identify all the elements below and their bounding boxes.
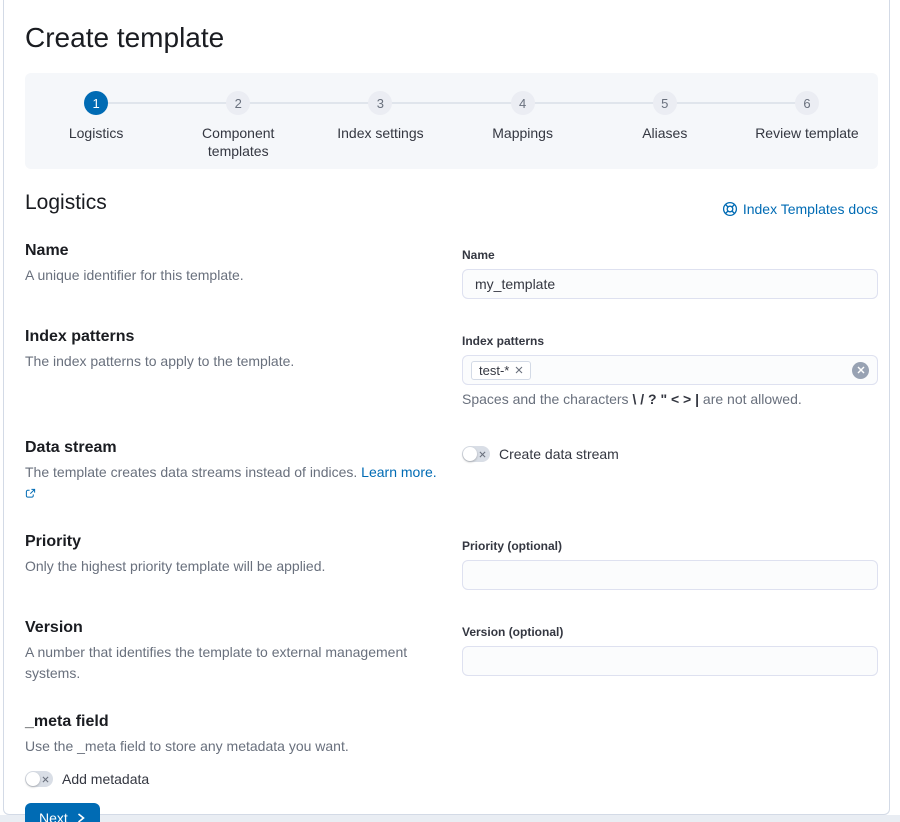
- form-row-priority: Priority Only the highest priority templ…: [25, 530, 878, 590]
- index-templates-docs-link[interactable]: Index Templates docs: [722, 201, 878, 217]
- step-index-settings[interactable]: 3 Index settings: [309, 91, 451, 160]
- toggle-off-icon: [42, 776, 49, 783]
- add-metadata-label[interactable]: Add metadata: [62, 771, 149, 787]
- data-stream-section-description: The template creates data streams instea…: [25, 462, 438, 504]
- create-template-card: Create template 1 Logistics 2 Component …: [3, 0, 890, 815]
- next-button-label: Next: [39, 810, 68, 822]
- clear-patterns-button[interactable]: [852, 362, 869, 379]
- toggle-knob: [26, 772, 40, 786]
- step-3-label: Index settings: [337, 124, 423, 142]
- step-4-circle: 4: [511, 91, 535, 115]
- version-input[interactable]: [462, 646, 878, 676]
- toggle-knob: [463, 447, 477, 461]
- step-6-circle: 6: [795, 91, 819, 115]
- index-patterns-section-description: The index patterns to apply to the templ…: [25, 351, 438, 372]
- index-patterns-section-title: Index patterns: [25, 325, 438, 349]
- next-button[interactable]: Next: [25, 803, 100, 822]
- forbidden-characters: \ / ? " < > |: [632, 391, 699, 407]
- toggle-off-icon: [479, 451, 486, 458]
- create-data-stream-toggle[interactable]: [462, 446, 490, 462]
- step-2-circle: 2: [226, 91, 250, 115]
- index-patterns-field-label: Index patterns: [462, 333, 878, 349]
- wizard-stepper: 1 Logistics 2 Component templates 3 Inde…: [25, 73, 878, 169]
- step-component-templates[interactable]: 2 Component templates: [167, 91, 309, 160]
- page-title: Create template: [25, 20, 878, 56]
- index-patterns-hint: Spaces and the characters \ / ? " < > | …: [462, 389, 878, 410]
- meta-section-title: _meta field: [25, 710, 878, 734]
- step-aliases[interactable]: 5 Aliases: [594, 91, 736, 160]
- step-review-template[interactable]: 6 Review template: [736, 91, 878, 160]
- form-row-meta: _meta field Use the _meta field to store…: [25, 710, 878, 787]
- step-2-label: Component templates: [178, 124, 298, 160]
- name-section-title: Name: [25, 239, 438, 263]
- index-pattern-pill-label: test-*: [479, 363, 509, 378]
- form-row-data-stream: Data stream The template creates data st…: [25, 436, 878, 504]
- clear-icon: [857, 366, 865, 374]
- step-1-circle: 1: [84, 91, 108, 115]
- docs-help-icon: [722, 201, 738, 217]
- version-section-title: Version: [25, 616, 438, 640]
- step-5-label: Aliases: [642, 124, 687, 142]
- name-field-label: Name: [462, 247, 878, 263]
- name-section-description: A unique identifier for this template.: [25, 265, 438, 286]
- priority-input[interactable]: [462, 560, 878, 590]
- section-header: Logistics Index Templates docs: [25, 189, 878, 217]
- step-mappings[interactable]: 4 Mappings: [452, 91, 594, 160]
- chevron-right-icon: [76, 812, 86, 822]
- remove-pattern-icon[interactable]: [515, 366, 523, 374]
- form-row-index-patterns: Index patterns The index patterns to app…: [25, 325, 878, 410]
- step-1-label: Logistics: [69, 124, 123, 142]
- add-metadata-toggle[interactable]: [25, 771, 53, 787]
- version-section-description: A number that identifies the template to…: [25, 642, 438, 684]
- step-5-circle: 5: [653, 91, 677, 115]
- meta-section-description: Use the _meta field to store any metadat…: [25, 736, 878, 757]
- data-stream-section-title: Data stream: [25, 436, 438, 460]
- step-6-label: Review template: [755, 124, 859, 142]
- create-data-stream-label[interactable]: Create data stream: [499, 446, 619, 462]
- form-row-name: Name A unique identifier for this templa…: [25, 239, 878, 299]
- step-logistics[interactable]: 1 Logistics: [25, 91, 167, 160]
- name-input[interactable]: [462, 269, 878, 299]
- learn-more-link[interactable]: Learn more.: [361, 464, 436, 480]
- step-3-circle: 3: [368, 91, 392, 115]
- external-link-icon: [25, 488, 36, 499]
- step-4-label: Mappings: [492, 124, 553, 142]
- index-pattern-pill: test-*: [471, 361, 531, 380]
- priority-section-title: Priority: [25, 530, 438, 554]
- docs-link-label: Index Templates docs: [743, 201, 878, 217]
- section-title: Logistics: [25, 189, 107, 217]
- priority-section-description: Only the highest priority template will …: [25, 556, 438, 577]
- version-field-label: Version (optional): [462, 624, 878, 640]
- priority-field-label: Priority (optional): [462, 538, 878, 554]
- index-patterns-combobox[interactable]: test-*: [462, 355, 878, 385]
- form-row-version: Version A number that identifies the tem…: [25, 616, 878, 684]
